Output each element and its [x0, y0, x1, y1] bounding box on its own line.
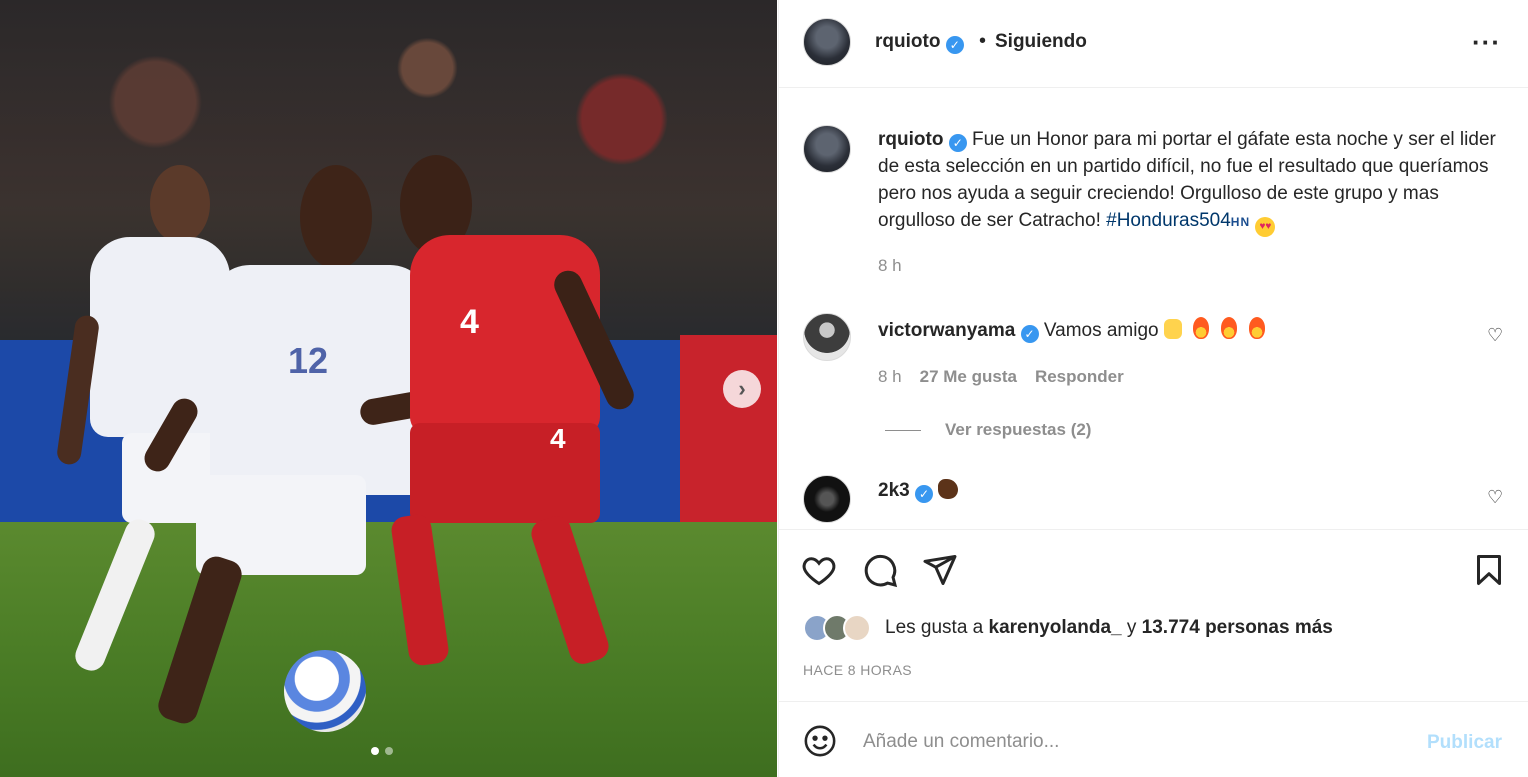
- comment-avatar[interactable]: [803, 475, 851, 523]
- heart-icon[interactable]: [801, 552, 837, 588]
- post-image[interactable]: 12 4 4 ›: [0, 0, 777, 777]
- carousel-dot: [385, 747, 393, 755]
- verified-badge-icon: ✓: [945, 36, 964, 54]
- comment-time[interactable]: 8 h: [878, 367, 902, 387]
- fire-emoji-icon: [1221, 317, 1238, 339]
- view-replies-button[interactable]: Ver respuestas (2): [885, 420, 1091, 440]
- post-timestamp[interactable]: HACE 8 HORAS: [803, 662, 912, 678]
- comment-username[interactable]: 2k3: [878, 480, 910, 501]
- add-comment-bar: Publicar: [779, 701, 1528, 777]
- likes-user[interactable]: karenyolanda_: [989, 617, 1122, 638]
- likes-text: Les gusta a karenyolanda_ y 13.774 perso…: [885, 617, 1333, 639]
- comment-avatar[interactable]: [803, 313, 851, 361]
- likes-count[interactable]: 13.774 personas más: [1142, 617, 1333, 638]
- comment-meta: 8 h 27 Me gusta Responder: [878, 367, 1124, 387]
- jersey-number-4-front: 4: [460, 303, 479, 341]
- comment-like-heart-icon[interactable]: ♡: [1487, 487, 1503, 508]
- clapping-hands-emoji-icon: [1163, 319, 1182, 339]
- post-details-panel: rquioto ✓ • Siguiendo ··· rquioto ✓ Fue …: [778, 0, 1528, 777]
- caption-hashtag[interactable]: #Honduras504: [1106, 210, 1231, 231]
- flexed-biceps-emoji-icon: [938, 479, 959, 499]
- comment-body: victorwanyama ✓ Vamos amigo: [878, 317, 1271, 343]
- publish-button[interactable]: Publicar: [1427, 732, 1502, 754]
- comment-body: 2k3 ✓: [878, 479, 959, 503]
- verified-badge-icon: ✓: [948, 134, 967, 152]
- comment-reply-button[interactable]: Responder: [1035, 367, 1124, 387]
- post-actions: Les gusta a karenyolanda_ y 13.774 perso…: [779, 529, 1528, 701]
- comment-icon[interactable]: [862, 552, 898, 588]
- comment-likes[interactable]: 27 Me gusta: [920, 367, 1017, 387]
- likes-prefix: Les gusta a: [885, 617, 989, 638]
- emoji-picker-icon[interactable]: [803, 724, 837, 758]
- bookmark-icon[interactable]: [1471, 552, 1507, 588]
- carousel-dots: [371, 747, 393, 755]
- carousel-dot-active: [371, 747, 379, 755]
- jersey-number-4-shorts: 4: [550, 423, 566, 454]
- heart-eyes-emoji-icon: ♥♥: [1255, 217, 1276, 237]
- next-arrow-icon: ›: [738, 376, 746, 401]
- soccer-ball: [284, 650, 366, 732]
- likes-summary: Les gusta a karenyolanda_ y 13.774 perso…: [803, 614, 1333, 642]
- player-panama-4: 4 4: [370, 155, 710, 735]
- fire-emoji-icon: [1249, 317, 1266, 339]
- share-icon[interactable]: [922, 552, 958, 588]
- view-replies-label[interactable]: Ver respuestas (2): [945, 420, 1091, 440]
- following-button[interactable]: Siguiendo: [995, 31, 1087, 53]
- caption: rquioto ✓ Fue un Honor para mi portar el…: [878, 126, 1498, 237]
- bullet-separator: •: [979, 30, 987, 52]
- likes-middle: y: [1121, 617, 1142, 638]
- caption-author-avatar[interactable]: [803, 125, 851, 173]
- author-username-row[interactable]: rquioto ✓: [875, 31, 964, 54]
- verified-badge-icon: ✓: [1020, 325, 1039, 343]
- fire-emoji-icon: [1193, 317, 1210, 339]
- comment-text: Vamos amigo: [1043, 320, 1159, 341]
- caption-time[interactable]: 8 h: [878, 256, 902, 276]
- honduras-flag-icon: HN: [1230, 215, 1251, 229]
- jersey-number-12: 12: [288, 340, 329, 381]
- comments-list[interactable]: rquioto ✓ Fue un Honor para mi portar el…: [779, 89, 1528, 529]
- more-horizontal-icon[interactable]: ···: [1472, 27, 1501, 58]
- verified-badge-icon: ✓: [914, 485, 933, 503]
- post-header: rquioto ✓ • Siguiendo ···: [779, 0, 1528, 88]
- liker-avatar[interactable]: [843, 614, 871, 642]
- author-username[interactable]: rquioto: [875, 31, 940, 52]
- comment-username[interactable]: victorwanyama: [878, 320, 1015, 341]
- author-avatar[interactable]: [803, 18, 851, 66]
- comment-like-heart-icon[interactable]: ♡: [1487, 325, 1503, 346]
- replies-divider: [885, 429, 921, 431]
- caption-username[interactable]: rquioto: [878, 129, 943, 150]
- next-slide-button[interactable]: ›: [723, 370, 761, 408]
- comment-input[interactable]: [863, 722, 1413, 762]
